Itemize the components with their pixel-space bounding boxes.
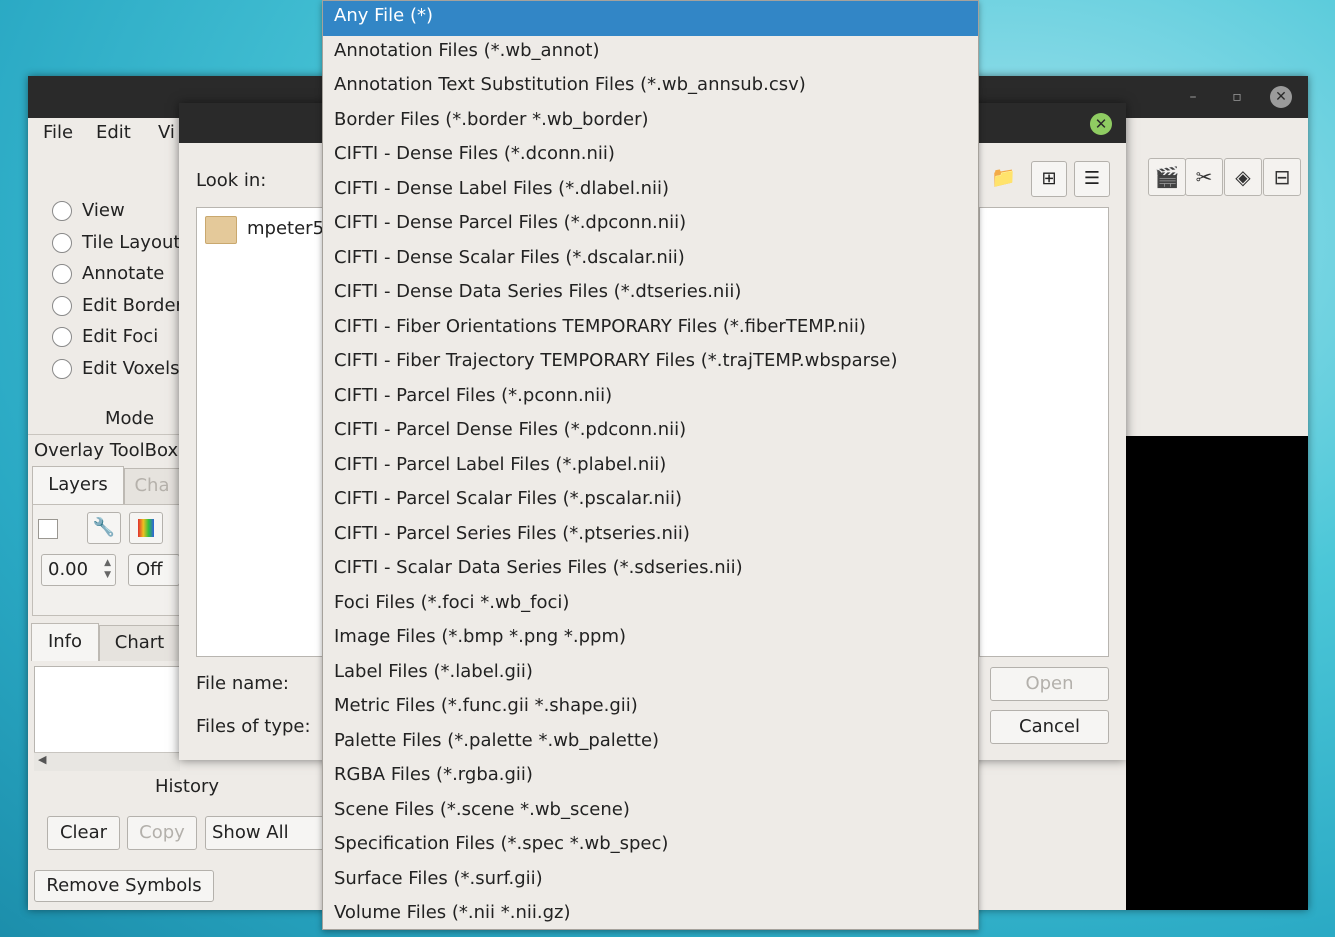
file-preview-pane (979, 207, 1109, 657)
radio-annotate[interactable] (52, 264, 72, 284)
radio-edit-voxels[interactable] (52, 359, 72, 379)
tools-icon[interactable]: ✂ (1185, 158, 1223, 196)
file-type-option[interactable]: Image Files (*.bmp *.png *.ppm) (323, 622, 978, 657)
new-folder-icon[interactable]: 📁 (991, 165, 1017, 189)
overlay-toolbox-title: Overlay ToolBox (34, 440, 179, 461)
file-type-option[interactable]: CIFTI - Dense Data Series Files (*.dtser… (323, 277, 978, 312)
show-all-value: Show All (212, 822, 289, 843)
maximize-icon[interactable]: ▫ (1226, 86, 1248, 108)
file-type-option[interactable]: Surface Files (*.surf.gii) (323, 864, 978, 899)
scroll-left-icon[interactable]: ◀ (38, 753, 46, 766)
threshold-spinbox[interactable]: 0.00 ▲ ▼ (41, 554, 116, 586)
close-icon[interactable]: ✕ (1270, 86, 1292, 108)
radio-tile-layout[interactable] (52, 233, 72, 253)
file-type-option[interactable]: Volume Files (*.nii *.nii.gz) (323, 898, 978, 929)
layers-icon[interactable]: ◈ (1224, 158, 1262, 196)
copy-button[interactable]: Copy (127, 816, 197, 850)
file-type-option[interactable]: Metric Files (*.func.gii *.shape.gii) (323, 691, 978, 726)
file-type-option[interactable]: CIFTI - Dense Scalar Files (*.dscalar.ni… (323, 243, 978, 278)
graphics-area[interactable] (1126, 436, 1308, 910)
show-all-spinbox[interactable]: Show All (205, 816, 325, 850)
tab-chart[interactable]: Chart (99, 625, 180, 661)
file-type-option[interactable]: CIFTI - Dense Label Files (*.dlabel.nii) (323, 174, 978, 209)
cancel-button[interactable]: Cancel (990, 710, 1109, 744)
menu-view[interactable]: Vi (158, 122, 175, 143)
clear-button[interactable]: Clear (47, 816, 120, 850)
palette-icon[interactable] (129, 512, 163, 544)
layer-checkbox[interactable] (38, 519, 58, 539)
file-type-option[interactable]: CIFTI - Parcel Scalar Files (*.pscalar.n… (323, 484, 978, 519)
file-type-option[interactable]: Label Files (*.label.gii) (323, 657, 978, 692)
file-name-label: File name: (196, 673, 289, 694)
grid-view-icon[interactable]: ⊞ (1031, 161, 1067, 197)
radio-edit-border[interactable] (52, 296, 72, 316)
list-view-icon[interactable]: ☰ (1074, 161, 1110, 197)
radio-edit-foci-label: Edit Foci (82, 326, 159, 347)
folder-icon (205, 216, 237, 244)
file-type-option[interactable]: CIFTI - Parcel Series Files (*.ptseries.… (323, 519, 978, 554)
horizontal-scrollbar[interactable]: ◀ (34, 752, 180, 771)
radio-tile-layout-label: Tile Layout (82, 232, 181, 253)
file-type-option[interactable]: Any File (*) (323, 1, 978, 36)
mode-group-label: Mode (105, 408, 155, 429)
off-dropdown[interactable]: Off (128, 554, 180, 586)
divider (28, 434, 180, 435)
file-type-option[interactable]: RGBA Files (*.rgba.gii) (323, 760, 978, 795)
radio-edit-border-label: Edit Border (82, 295, 183, 316)
file-type-option[interactable]: Scene Files (*.scene *.wb_scene) (323, 795, 978, 830)
wrench-icon[interactable]: 🔧 (87, 512, 121, 544)
history-label: History (155, 776, 220, 797)
minimize-icon[interactable]: – (1182, 86, 1204, 108)
file-type-option[interactable]: Annotation Text Substitution Files (*.wb… (323, 70, 978, 105)
file-type-option[interactable]: CIFTI - Fiber Trajectory TEMPORARY Files… (323, 346, 978, 381)
radio-edit-foci[interactable] (52, 327, 72, 347)
file-type-option[interactable]: Border Files (*.border *.wb_border) (323, 105, 978, 140)
file-type-option[interactable]: CIFTI - Dense Parcel Files (*.dpconn.nii… (323, 208, 978, 243)
spinbox-arrows-icon[interactable]: ▲ ▼ (104, 557, 111, 581)
open-button[interactable]: Open (990, 667, 1109, 701)
file-type-option[interactable]: CIFTI - Dense Files (*.dconn.nii) (323, 139, 978, 174)
file-type-option[interactable]: CIFTI - Fiber Orientations TEMPORARY Fil… (323, 312, 978, 347)
look-in-label: Look in: (196, 170, 267, 191)
file-type-list: Any File (*) Annotation Files (*.wb_annot… (323, 1, 978, 929)
radio-view[interactable] (52, 201, 72, 221)
tab-layers[interactable]: Layers (32, 466, 124, 504)
file-type-dropdown[interactable]: Any File (*) Annotation Files (*.wb_annot… (322, 0, 979, 930)
tab-info[interactable]: Info (31, 623, 99, 661)
file-type-option[interactable]: Palette Files (*.palette *.wb_palette) (323, 726, 978, 761)
radio-annotate-label: Annotate (82, 263, 165, 284)
file-type-option[interactable]: CIFTI - Parcel Files (*.pconn.nii) (323, 381, 978, 416)
menu-file[interactable]: File (43, 122, 73, 143)
toolbox-icon[interactable]: ⊟ (1263, 158, 1301, 196)
file-type-option[interactable]: CIFTI - Parcel Dense Files (*.pdconn.nii… (323, 415, 978, 450)
radio-edit-voxels-label: Edit Voxels (82, 358, 180, 379)
tab-charts[interactable]: Cha (124, 468, 180, 504)
file-type-option[interactable]: Annotation Files (*.wb_annot) (323, 36, 978, 71)
menu-edit[interactable]: Edit (96, 122, 131, 143)
clapperboard-icon[interactable]: 🎬 (1148, 158, 1186, 196)
file-type-option[interactable]: CIFTI - Scalar Data Series Files (*.sdse… (323, 553, 978, 588)
file-type-option[interactable]: Foci Files (*.foci *.wb_foci) (323, 588, 978, 623)
file-type-option[interactable]: CIFTI - Parcel Label Files (*.plabel.nii… (323, 450, 978, 485)
close-icon[interactable]: ✕ (1090, 113, 1112, 135)
folder-item[interactable]: mpeter5 (247, 218, 324, 239)
radio-view-label: View (82, 200, 125, 221)
files-of-type-label: Files of type: (196, 716, 311, 737)
threshold-value: 0.00 (48, 559, 89, 580)
file-type-option[interactable]: Specification Files (*.spec *.wb_spec) (323, 829, 978, 864)
remove-symbols-button[interactable]: Remove Symbols (34, 870, 214, 902)
file-list-view[interactable]: mpeter5 (196, 207, 324, 657)
